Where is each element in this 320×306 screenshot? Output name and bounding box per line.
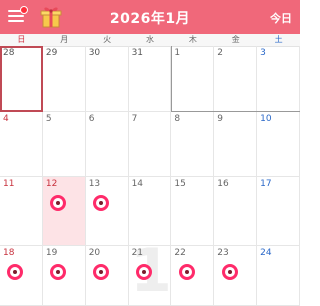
- day-cell-7[interactable]: 7: [128, 112, 172, 177]
- weekday-label: 日: [17, 35, 26, 44]
- day-number: 4: [3, 114, 9, 124]
- day-number: 29: [45, 48, 58, 58]
- day-cell-2[interactable]: 2: [214, 46, 258, 112]
- day-cell-11[interactable]: 11: [0, 177, 43, 246]
- day-number: 1: [174, 48, 181, 58]
- day-cell-4[interactable]: 4: [0, 112, 43, 177]
- weekday-label: 水: [145, 35, 154, 44]
- day-cell-20[interactable]: 20: [85, 246, 129, 306]
- day-cell-9[interactable]: 9: [214, 112, 258, 177]
- day-number: 2: [217, 48, 224, 58]
- period-marker-icon: [7, 264, 24, 280]
- day-number: 7: [131, 114, 138, 124]
- weekday-label: 金: [231, 35, 240, 44]
- period-marker-icon: [93, 264, 110, 280]
- day-cell-13[interactable]: 13: [85, 177, 129, 246]
- weekday-label: 月: [60, 35, 69, 44]
- day-cell-24[interactable]: 24: [257, 246, 300, 306]
- day-cell-15[interactable]: 15: [171, 177, 215, 246]
- day-number: 20: [88, 248, 101, 258]
- day-number: 18: [3, 248, 15, 258]
- period-marker-icon: [178, 264, 195, 280]
- app-header: 2026年1月 今日: [0, 0, 300, 34]
- day-number: 14: [131, 179, 144, 189]
- day-number: 23: [217, 248, 229, 258]
- day-number: 13: [88, 179, 101, 189]
- weekday-label: 木: [188, 35, 197, 44]
- day-number: 30: [88, 48, 101, 58]
- period-marker-icon: [221, 264, 238, 280]
- day-cell-8[interactable]: 8: [171, 112, 215, 177]
- day-number: 9: [217, 114, 224, 124]
- day-cell-28[interactable]: 28: [0, 46, 43, 112]
- day-cell-6[interactable]: 6: [85, 112, 129, 177]
- day-cell-3[interactable]: 3: [257, 46, 300, 112]
- day-number: 6: [88, 114, 95, 124]
- period-marker-icon: [50, 195, 67, 211]
- day-cell-31[interactable]: 31: [128, 46, 172, 112]
- day-number: 12: [45, 179, 58, 189]
- day-number: 3: [260, 48, 266, 58]
- day-number: 19: [45, 248, 58, 258]
- day-cell-18[interactable]: 18: [0, 246, 43, 306]
- day-cell-29[interactable]: 29: [42, 46, 86, 112]
- day-cell-30[interactable]: 30: [85, 46, 129, 112]
- day-number: 22: [174, 248, 186, 258]
- weekday-label: 土: [274, 35, 283, 44]
- period-marker-icon: [135, 264, 152, 280]
- today-button[interactable]: 今日: [270, 10, 292, 26]
- day-number: 31: [131, 48, 144, 58]
- day-number: 28: [3, 48, 15, 58]
- day-cell-12[interactable]: 12: [42, 177, 86, 246]
- day-cell-19[interactable]: 19: [42, 246, 86, 306]
- day-number: 8: [174, 114, 181, 124]
- period-marker-icon: [93, 195, 110, 211]
- weekday-label: 火: [103, 35, 112, 44]
- day-cell-23[interactable]: 23: [214, 246, 258, 306]
- day-cell-10[interactable]: 10: [257, 112, 300, 177]
- day-cell-5[interactable]: 5: [42, 112, 86, 177]
- day-cell-1[interactable]: 1: [171, 46, 215, 112]
- calendar-grid: 1 28293031123456789101112131415161718192…: [0, 46, 300, 306]
- day-number: 5: [45, 114, 52, 124]
- day-number: 21: [131, 248, 144, 258]
- day-number: 24: [260, 248, 272, 258]
- day-number: 17: [260, 179, 272, 189]
- day-cell-21[interactable]: 21: [128, 246, 172, 306]
- month-title[interactable]: 2026年1月: [0, 8, 300, 28]
- day-cell-17[interactable]: 17: [257, 177, 300, 246]
- period-marker-icon: [50, 264, 67, 280]
- day-number: 11: [3, 179, 15, 189]
- day-cell-16[interactable]: 16: [214, 177, 258, 246]
- day-cell-22[interactable]: 22: [171, 246, 215, 306]
- day-number: 16: [217, 179, 229, 189]
- day-cell-14[interactable]: 14: [128, 177, 172, 246]
- day-number: 15: [174, 179, 186, 189]
- day-number: 10: [260, 114, 272, 124]
